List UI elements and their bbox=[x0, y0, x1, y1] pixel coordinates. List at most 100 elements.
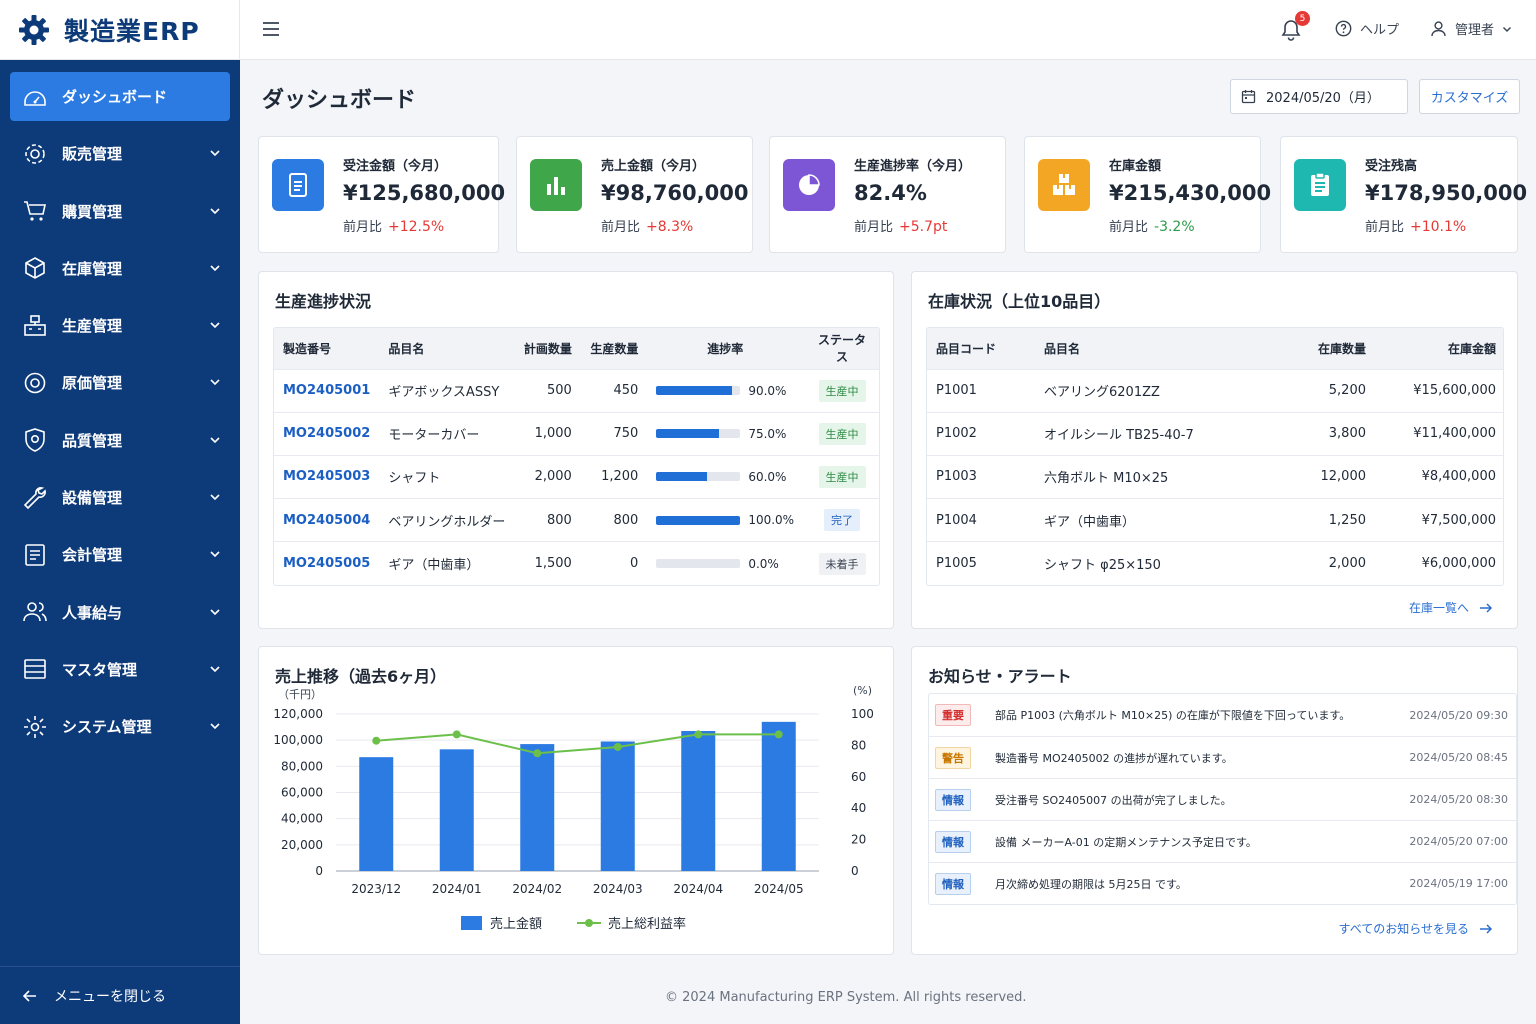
sidebar-item-0[interactable]: ダッシュボード bbox=[10, 72, 230, 121]
line-point[interactable] bbox=[452, 730, 461, 739]
kpi-comparison-value: +5.7pt bbox=[899, 219, 948, 235]
sidebar-item-6[interactable]: 品質管理 bbox=[10, 416, 230, 465]
brand[interactable]: 製造業ERP bbox=[0, 0, 240, 60]
kpi-value: ¥178,950,000 bbox=[1365, 181, 1528, 205]
inventory-qty-cell: 3,800 bbox=[1265, 411, 1375, 456]
production-done-cell: 0 bbox=[580, 541, 648, 585]
production-status-cell: 完了 bbox=[803, 498, 879, 542]
kpi-comparison: 前月比 +8.3% bbox=[601, 216, 693, 235]
inventory-code-cell: P1005 bbox=[927, 541, 1035, 585]
sidebar-item-1[interactable]: 販売管理 bbox=[10, 129, 230, 178]
alert-time: 2024/05/20 08:45 bbox=[1409, 751, 1508, 764]
table-row[interactable]: MO2405001 ギアボックスASSY 500 450 90.0% 生産中 bbox=[274, 368, 879, 413]
table-row[interactable]: P1004 ギア（中歯車） 1,250 ¥7,500,000 bbox=[927, 498, 1503, 542]
production-status-cell: 未着手 bbox=[803, 541, 879, 585]
table-row[interactable]: MO2405002 モーターカバー 1,000 750 75.0% 生産中 bbox=[274, 411, 879, 456]
table-row[interactable]: MO2405003 シャフト 2,000 1,200 60.0% 生産中 bbox=[274, 454, 879, 499]
bar-mark[interactable] bbox=[520, 744, 555, 871]
kpi-card[interactable]: 受注金額（今月） ¥125,680,000 前月比 +12.5% bbox=[258, 136, 505, 253]
chevron-down-icon bbox=[208, 375, 222, 389]
date-picker-button[interactable]: 2024/05/20（月） bbox=[1230, 79, 1408, 114]
alert-item[interactable]: 重要 部品 P1003 (六角ボルト M10×25) の在庫が下限値を下回っていま… bbox=[929, 694, 1516, 736]
line-point[interactable] bbox=[694, 730, 703, 739]
chevron-down-icon bbox=[208, 490, 222, 504]
hamburger-menu-icon[interactable] bbox=[260, 18, 282, 40]
table-row[interactable]: MO2405005 ギア（中歯車） 1,500 0 0.0% 未着手 bbox=[274, 541, 879, 585]
sidebar-item-2[interactable]: 購買管理 bbox=[10, 187, 230, 236]
bar-mark[interactable] bbox=[359, 757, 394, 871]
arrow-right-icon bbox=[1480, 602, 1493, 613]
alert-item[interactable]: 情報 受注番号 SO2405007 の出荷が完了しました。 2024/05/20 0… bbox=[929, 778, 1516, 820]
x-tick-label: 2024/02 bbox=[512, 882, 562, 896]
user-menu[interactable]: 管理者 bbox=[1430, 19, 1512, 38]
chevron-down-icon bbox=[208, 204, 222, 218]
all-alerts-link[interactable]: すべてのお知らせを見る bbox=[1339, 920, 1493, 937]
status-badge: 完了 bbox=[824, 509, 861, 532]
sidebar-item-7[interactable]: 設備管理 bbox=[10, 473, 230, 522]
production-no-link[interactable]: MO2405004 bbox=[283, 513, 370, 528]
help-button[interactable]: ヘルプ bbox=[1335, 19, 1399, 38]
alert-item[interactable]: 情報 設備 メーカーA-01 の定期メンテナンス予定日です。 2024/05/20 … bbox=[929, 820, 1516, 862]
inventory-list-link[interactable]: 在庫一覧へ bbox=[1409, 599, 1493, 616]
kpi-value: ¥125,680,000 bbox=[343, 181, 506, 205]
line-point[interactable] bbox=[372, 736, 381, 745]
production-item-cell: シャフト bbox=[379, 454, 515, 499]
production-no-link[interactable]: MO2405003 bbox=[283, 469, 370, 484]
alert-message: 月次締め処理の期限は 5月25日 です。 bbox=[995, 877, 1187, 891]
production-no-link[interactable]: MO2405001 bbox=[283, 383, 370, 398]
production-col-header: ステータス bbox=[803, 328, 879, 369]
ledger-icon bbox=[22, 542, 48, 568]
y-right-tick-label: 100 bbox=[851, 707, 874, 721]
bar-mark[interactable] bbox=[439, 749, 474, 871]
sidebar-item-10[interactable]: マスタ管理 bbox=[10, 645, 230, 694]
kpi-comparison-label: 前月比 bbox=[343, 220, 383, 235]
table-row[interactable]: MO2405004 ベアリングホルダー 800 800 100.0% 完了 bbox=[274, 498, 879, 542]
collapse-menu-button[interactable]: メニューを閉じる bbox=[0, 966, 240, 1024]
progress-percent: 100.0% bbox=[748, 513, 795, 528]
kpi-card[interactable]: 売上金額（今月） ¥98,760,000 前月比 +8.3% bbox=[516, 136, 753, 253]
page-title: ダッシュボード bbox=[262, 88, 417, 113]
table-row[interactable]: P1002 オイルシール TB25-40-7 3,800 ¥11,400,000 bbox=[927, 411, 1503, 456]
bar-mark[interactable] bbox=[600, 741, 635, 871]
production-table-header: 製造番号 品目名 計画数量 生産数量 進捗率 ステータス bbox=[274, 328, 879, 369]
table-row[interactable]: P1003 六角ボルト M10×25 12,000 ¥8,400,000 bbox=[927, 454, 1503, 499]
inventory-amount-cell: ¥15,600,000 bbox=[1375, 368, 1503, 413]
production-status-cell: 生産中 bbox=[803, 368, 879, 413]
production-no-link[interactable]: MO2405002 bbox=[283, 426, 370, 441]
sales-chart: （千円） (%) 120,000 100,000 80,000 60,000 40,000 2… bbox=[273, 684, 874, 932]
bar-mark[interactable] bbox=[681, 731, 716, 871]
sidebar-item-3[interactable]: 在庫管理 bbox=[10, 244, 230, 293]
kpi-card[interactable]: 受注残高 ¥178,950,000 前月比 +10.1% bbox=[1280, 136, 1527, 253]
sidebar-item-4[interactable]: 生産管理 bbox=[10, 301, 230, 350]
sidebar-item-8[interactable]: 会計管理 bbox=[10, 530, 230, 579]
table-row[interactable]: P1005 シャフト φ25×150 2,000 ¥6,000,000 bbox=[927, 541, 1503, 585]
inventory-code-cell: P1004 bbox=[927, 498, 1035, 542]
production-table: 製造番号 品目名 計画数量 生産数量 進捗率 ステータス MO2405001 ギアボックスA… bbox=[274, 328, 879, 585]
alerts-panel: お知らせ・アラート 重要 部品 P1003 (六角ボルト M10×25) の在庫が… bbox=[911, 646, 1518, 955]
sidebar-item-11[interactable]: システム管理 bbox=[10, 702, 230, 751]
alert-item[interactable]: 情報 月次締め処理の期限は 5月25日 です。 2024/05/19 17:00 bbox=[929, 862, 1516, 904]
bar-mark[interactable] bbox=[761, 721, 796, 871]
sidebar-item-label: 生産管理 bbox=[62, 317, 123, 336]
x-tick-label: 2024/05 bbox=[754, 882, 804, 896]
progress-wrap: 100.0% bbox=[656, 513, 794, 527]
arrow-left-icon bbox=[22, 989, 36, 1002]
kpi-card[interactable]: 生産進捗率（今月） 82.4% 前月比 +5.7pt bbox=[769, 136, 1006, 253]
dashboard-icon bbox=[22, 84, 48, 110]
alerts-title: お知らせ・アラート bbox=[928, 667, 1072, 686]
line-point[interactable] bbox=[774, 730, 783, 739]
production-progress-cell: 100.0% bbox=[647, 498, 804, 542]
kpi-card[interactable]: 在庫金額 ¥215,430,000 前月比 -3.2% bbox=[1024, 136, 1271, 253]
sidebar-item-9[interactable]: 人事給与 bbox=[10, 588, 230, 637]
line-point[interactable] bbox=[613, 742, 622, 751]
question-circle-icon bbox=[1335, 20, 1352, 37]
line-point[interactable] bbox=[533, 749, 542, 758]
production-no-link[interactable]: MO2405005 bbox=[283, 556, 370, 571]
sidebar-item-5[interactable]: 原価管理 bbox=[10, 358, 230, 407]
sidebar-item-label: 販売管理 bbox=[62, 145, 123, 164]
customize-button[interactable]: カスタマイズ bbox=[1419, 79, 1520, 114]
kpi-label: 受注残高 bbox=[1365, 159, 1418, 174]
progress-wrap: 90.0% bbox=[656, 384, 794, 398]
alert-item[interactable]: 警告 製造番号 MO2405002 の進捗が遅れています。 2024/05/20 0… bbox=[929, 736, 1516, 778]
table-row[interactable]: P1001 ベアリング6201ZZ 5,200 ¥15,600,000 bbox=[927, 368, 1503, 413]
